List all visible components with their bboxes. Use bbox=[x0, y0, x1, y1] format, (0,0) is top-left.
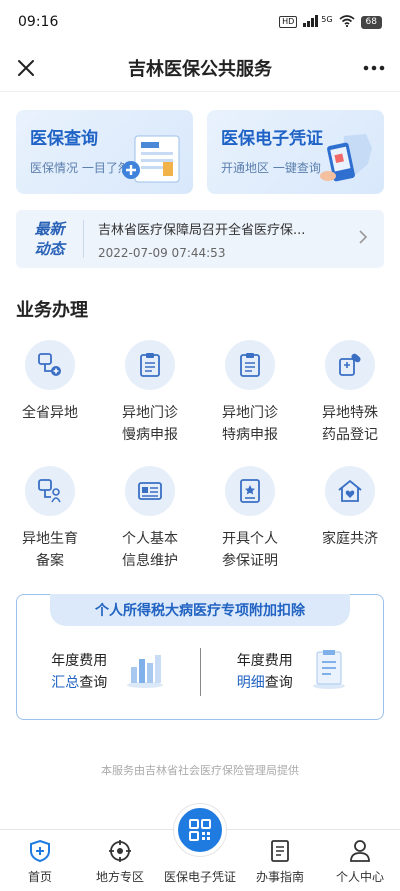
detail-line1: 年度费用 bbox=[236, 653, 293, 669]
news-body: 吉林省医疗保障局召开全省医疗保... 2022-07-09 07:44:53 bbox=[98, 219, 358, 260]
tab-profile[interactable]: 个人中心 bbox=[320, 830, 400, 891]
service-maternity[interactable]: 异地生育 备案 bbox=[0, 466, 100, 572]
page-title: 吉林医保公共服务 bbox=[128, 58, 272, 80]
qr-code-icon bbox=[174, 804, 226, 856]
detail-highlight: 明细 bbox=[236, 675, 265, 691]
tab-label: 地方专区 bbox=[95, 870, 144, 884]
title-bar: 吉林医保公共服务 bbox=[0, 44, 400, 92]
news-tag-line2: 动态 bbox=[34, 240, 65, 258]
service-label: 开具个人 参保证明 bbox=[222, 531, 278, 569]
service-label: 异地门诊 慢病申报 bbox=[122, 405, 178, 443]
tab-label: 首页 bbox=[27, 870, 52, 884]
clipboard-icon bbox=[125, 340, 175, 390]
annual-detail-query[interactable]: 年度费用 明细查询 bbox=[201, 650, 384, 694]
news-tag-line1: 最新 bbox=[34, 220, 65, 238]
bar-chart-icon bbox=[125, 651, 165, 693]
news-headline: 吉林省医疗保障局召开全省医疗保... bbox=[98, 222, 306, 238]
medicine-icon bbox=[325, 340, 375, 390]
shield-plus-icon bbox=[29, 837, 51, 865]
phone-map-icon bbox=[314, 130, 376, 190]
user-icon bbox=[349, 837, 371, 865]
document-icon bbox=[270, 837, 290, 865]
map-plus-icon bbox=[25, 340, 75, 390]
service-special-drug[interactable]: 异地特殊 药品登记 bbox=[300, 340, 400, 446]
tab-home[interactable]: 首页 bbox=[0, 830, 80, 891]
footer-note: 本服务由吉林省社会医疗保险管理局提供 bbox=[101, 764, 299, 777]
baby-icon bbox=[25, 466, 75, 516]
news-time: 2022-07-09 07:44:53 bbox=[98, 245, 226, 260]
insurance-query-card[interactable]: 医保查询 医保情况 一目了然 bbox=[16, 110, 193, 194]
certificate-icon bbox=[225, 466, 275, 516]
summary-highlight: 汇总 bbox=[51, 675, 80, 691]
news-banner[interactable]: 最新 动态 吉林省医疗保障局召开全省医疗保... 2022-07-09 07:4… bbox=[16, 210, 384, 268]
battery-icon: 68 bbox=[360, 15, 382, 29]
services-title: 业务办理 bbox=[16, 300, 88, 321]
hd-badge: HD bbox=[279, 16, 298, 28]
service-certificate[interactable]: 开具个人 参保证明 bbox=[200, 466, 300, 572]
wifi-icon bbox=[339, 14, 355, 30]
service-label: 家庭共济 bbox=[322, 531, 378, 547]
summary-suffix: 查询 bbox=[79, 675, 108, 691]
service-remote-province[interactable]: 全省异地 bbox=[0, 340, 100, 446]
summary-line2: 汇总查询 bbox=[51, 672, 107, 694]
service-label: 异地门诊 特病申报 bbox=[222, 405, 278, 443]
more-icon[interactable] bbox=[360, 54, 388, 82]
tax-deduction-box: 个人所得税大病医疗专项附加扣除 年度费用 汇总查询 年度费用 明细查询 bbox=[16, 594, 384, 720]
summary-line1: 年度费用 bbox=[51, 653, 108, 669]
e-voucher-card[interactable]: 医保电子凭证 开通地区 一键查询 bbox=[207, 110, 384, 194]
detail-suffix: 查询 bbox=[264, 675, 293, 691]
signal-icon bbox=[303, 14, 319, 30]
service-label: 全省异地 bbox=[22, 405, 78, 421]
feature-cards: 医保查询 医保情况 一目了然 医保电子凭证 开通地区 一键查询 bbox=[0, 92, 400, 194]
clipboard-icon bbox=[225, 340, 275, 390]
tab-label: 医保电子凭证 bbox=[163, 870, 236, 884]
tab-e-voucher[interactable]: 医保电子凭证 bbox=[160, 804, 240, 891]
close-icon[interactable] bbox=[12, 54, 40, 82]
service-label: 异地特殊 药品登记 bbox=[322, 405, 378, 443]
tax-banner: 个人所得税大病医疗专项附加扣除 bbox=[50, 594, 350, 626]
tab-label: 办事指南 bbox=[255, 870, 304, 884]
service-label: 个人基本 信息维护 bbox=[122, 531, 178, 569]
service-chronic-declare[interactable]: 异地门诊 慢病申报 bbox=[100, 340, 200, 446]
services-grid: 全省异地 异地门诊 慢病申报 异地门诊 特病申报 异地特殊 药品登记 异地生育 … bbox=[0, 322, 400, 572]
tab-guide[interactable]: 办事指南 bbox=[240, 830, 320, 891]
tab-label: 个人中心 bbox=[335, 870, 384, 884]
service-personal-info[interactable]: 个人基本 信息维护 bbox=[100, 466, 200, 572]
target-icon bbox=[108, 837, 132, 865]
bottom-tab-bar: 首页 地方专区 医保电子凭证 办事指南 个人中心 bbox=[0, 804, 400, 891]
document-plus-icon bbox=[121, 132, 185, 190]
detail-line2: 明细查询 bbox=[237, 672, 293, 694]
id-card-icon bbox=[125, 466, 175, 516]
service-label: 异地生育 备案 bbox=[22, 531, 78, 569]
status-time: 09:16 bbox=[18, 14, 59, 30]
status-icons: HD 5G 68 bbox=[279, 14, 382, 30]
home-heart-icon bbox=[325, 466, 375, 516]
service-special-declare[interactable]: 异地门诊 特病申报 bbox=[200, 340, 300, 446]
tab-local-zone[interactable]: 地方专区 bbox=[80, 830, 160, 891]
service-family-pool[interactable]: 家庭共济 bbox=[300, 466, 400, 572]
status-bar: 09:16 HD 5G 68 bbox=[0, 0, 400, 44]
news-tag: 最新 动态 bbox=[16, 220, 84, 258]
detail-text: 年度费用 明细查询 bbox=[237, 650, 293, 694]
document-list-icon bbox=[311, 650, 347, 694]
summary-text: 年度费用 汇总查询 bbox=[51, 650, 107, 694]
annual-summary-query[interactable]: 年度费用 汇总查询 bbox=[17, 650, 200, 694]
chevron-right-icon bbox=[358, 229, 372, 249]
signal-label: 5G bbox=[321, 14, 333, 24]
